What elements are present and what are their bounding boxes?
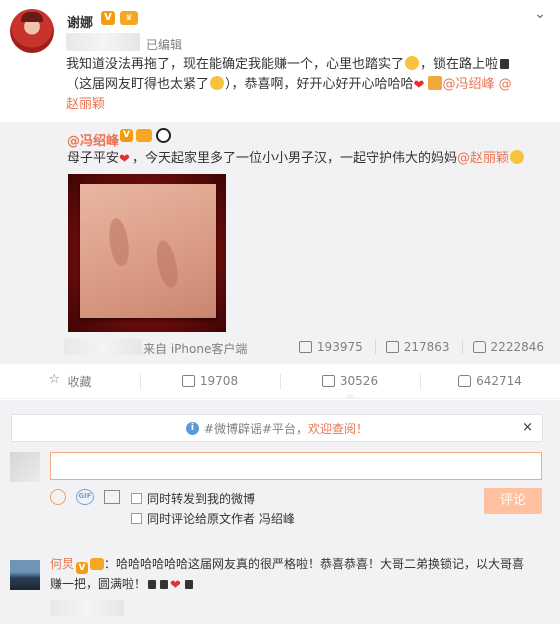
edited-label: 已编辑 bbox=[146, 38, 183, 52]
avatar-hat bbox=[21, 12, 43, 22]
repost-text: 母子平安❤ ，今天起家里多了一位小小男子汉，一起守护伟大的妈妈@赵丽颖 bbox=[67, 149, 547, 169]
comment-input[interactable] bbox=[50, 452, 542, 480]
like-button[interactable]: 642714 bbox=[420, 364, 560, 398]
comment-author-checkbox-label: 同时评论给原文作者 冯绍峰 bbox=[147, 512, 295, 526]
comment-text-line2: 赚一把，圆满啦！ bbox=[50, 577, 147, 591]
comment-button[interactable]: 30526 bbox=[280, 364, 420, 399]
close-icon[interactable]: × bbox=[522, 420, 533, 435]
comment-time-blurred bbox=[50, 600, 124, 616]
comment-icon bbox=[385, 341, 399, 353]
comment-count: 30526 bbox=[339, 374, 379, 388]
like-count: 642714 bbox=[476, 374, 522, 388]
footprint-left bbox=[106, 216, 132, 268]
lock-emoji-icon bbox=[160, 580, 169, 589]
comment-text-line1: ：哈哈哈哈哈哈这届网友真的很严格啦！恭喜恭喜！大哥二弟换锁记，以大哥喜 bbox=[104, 557, 525, 571]
emoji-icon[interactable] bbox=[50, 489, 66, 505]
verified-badge-icon: V bbox=[120, 129, 133, 142]
verified-badge-icon: V bbox=[76, 562, 89, 574]
verified-badge-icon: V bbox=[101, 11, 115, 25]
checkbox[interactable] bbox=[131, 493, 142, 504]
beer-emoji-icon bbox=[427, 76, 442, 90]
repost-stats: 193975 217863 2222846 bbox=[289, 340, 544, 354]
repost-comment-count: 217863 bbox=[403, 340, 450, 354]
action-bar: ☆ 收藏 19708 30526 642714 bbox=[0, 363, 560, 399]
post-text: 我知道没法再拖了，现在能确定我能赚一个，心里也踏实了 ，锁在路上啦 （这届网友盯得… bbox=[66, 55, 546, 115]
heart-emoji-icon: ❤ bbox=[119, 152, 130, 167]
comment-text: 何炅 V ：哈哈哈哈哈哈这届网友真的很严格啦！恭喜恭喜！大哥二弟换锁记，以大哥喜 赚… bbox=[50, 554, 546, 594]
comment-area: i #微博辟谣#平台， 欢迎查阅！ × GIF 同时转发到我的微博 同时评论给原文… bbox=[0, 400, 560, 624]
post-text-line2b: ），恭喜啊，好开心好开心哈哈哈 bbox=[225, 77, 414, 92]
commenter-avatar[interactable] bbox=[10, 560, 40, 590]
checkbox[interactable] bbox=[131, 513, 142, 524]
kiss-emoji-icon bbox=[510, 150, 525, 164]
repost-like-count: 2222846 bbox=[490, 340, 544, 354]
mention-feng[interactable]: @冯绍峰 bbox=[443, 77, 495, 92]
repost-text-b: ，今天起家里多了一位小小男子汉，一起守护伟大的妈妈 bbox=[132, 151, 458, 166]
vip-crown-icon bbox=[136, 129, 152, 142]
repost-comment[interactable]: 217863 bbox=[376, 340, 450, 354]
mention-zhao[interactable]: @赵丽颖 bbox=[457, 151, 509, 166]
repost-forward[interactable]: 193975 bbox=[289, 340, 363, 354]
timestamp-blurred bbox=[66, 33, 140, 51]
forward-button[interactable]: 19708 bbox=[140, 364, 280, 398]
mention-at[interactable]: @ bbox=[495, 77, 512, 92]
smile-emoji-icon bbox=[405, 56, 420, 70]
heart-emoji-icon: ❤ bbox=[413, 78, 425, 93]
post-text-line1: 我知道没法再拖了，现在能确定我能赚一个，心里也踏实了 bbox=[66, 57, 405, 72]
reposted-card: @冯绍峰 V 母子平安❤ ，今天起家里多了一位小小男子汉，一起守护伟大的妈妈@赵丽… bbox=[0, 122, 560, 363]
post-text-line2a: （这届网友盯得也太紧了 bbox=[66, 77, 210, 92]
repost-author[interactable]: @冯绍峰 bbox=[67, 130, 119, 149]
comment-tools: GIF bbox=[50, 489, 120, 505]
repost-source[interactable]: 来自 iPhone客户端 bbox=[143, 340, 247, 357]
commenter-name[interactable]: 何炅 bbox=[50, 557, 74, 571]
footprint-plate bbox=[80, 184, 216, 318]
author-name[interactable]: 谢娜 bbox=[67, 12, 93, 31]
gif-icon[interactable]: GIF bbox=[76, 489, 94, 505]
forward-icon bbox=[181, 375, 195, 387]
vip-crown-icon: ♛ bbox=[120, 11, 138, 25]
thumbs-up-icon bbox=[458, 375, 472, 387]
heart-emoji-icon: ❤ bbox=[170, 578, 181, 593]
info-icon: i bbox=[185, 421, 199, 435]
author-avatar[interactable] bbox=[10, 9, 54, 53]
rumor-notice: i #微博辟谣#平台， 欢迎查阅！ × bbox=[11, 414, 543, 442]
timestamp-blurred bbox=[64, 339, 142, 355]
repost-text-a: 母子平安 bbox=[67, 151, 120, 166]
lock-emoji-icon bbox=[148, 580, 157, 589]
favorite-button[interactable]: ☆ 收藏 bbox=[0, 364, 140, 398]
forward-checkbox[interactable]: 同时转发到我的微博 bbox=[131, 490, 255, 507]
sweat-emoji-icon bbox=[210, 76, 225, 90]
notice-link[interactable]: 欢迎查阅！ bbox=[308, 420, 368, 437]
favorite-label: 收藏 bbox=[67, 374, 92, 389]
forward-icon bbox=[298, 341, 312, 353]
footprint-photo[interactable] bbox=[68, 174, 226, 332]
lock-emoji-icon bbox=[185, 580, 194, 589]
image-icon[interactable] bbox=[104, 490, 120, 504]
footprint-right bbox=[153, 238, 181, 290]
thumbs-up-icon bbox=[472, 341, 486, 353]
notice-text: #微博辟谣#平台， bbox=[203, 421, 309, 436]
comment-icon bbox=[321, 375, 335, 387]
lock-emoji-icon bbox=[500, 59, 510, 69]
forward-checkbox-label: 同时转发到我的微博 bbox=[147, 492, 256, 506]
star-icon: ☆ bbox=[48, 372, 61, 387]
forward-count: 19708 bbox=[199, 374, 239, 388]
panda-badge-icon bbox=[156, 128, 171, 143]
vip-crown-icon bbox=[90, 558, 105, 570]
post-text-line1b: ，锁在路上啦 bbox=[420, 57, 499, 72]
comment-author-checkbox[interactable]: 同时评论给原文作者 冯绍峰 bbox=[131, 510, 295, 527]
mention-zhao[interactable]: 赵丽颖 bbox=[66, 97, 105, 112]
submit-comment-button[interactable]: 评论 bbox=[484, 488, 542, 514]
repost-like[interactable]: 2222846 bbox=[463, 340, 544, 354]
chevron-down-icon[interactable]: ⌄ bbox=[534, 6, 546, 22]
my-avatar bbox=[10, 452, 40, 482]
repost-forward-count: 193975 bbox=[316, 340, 363, 354]
